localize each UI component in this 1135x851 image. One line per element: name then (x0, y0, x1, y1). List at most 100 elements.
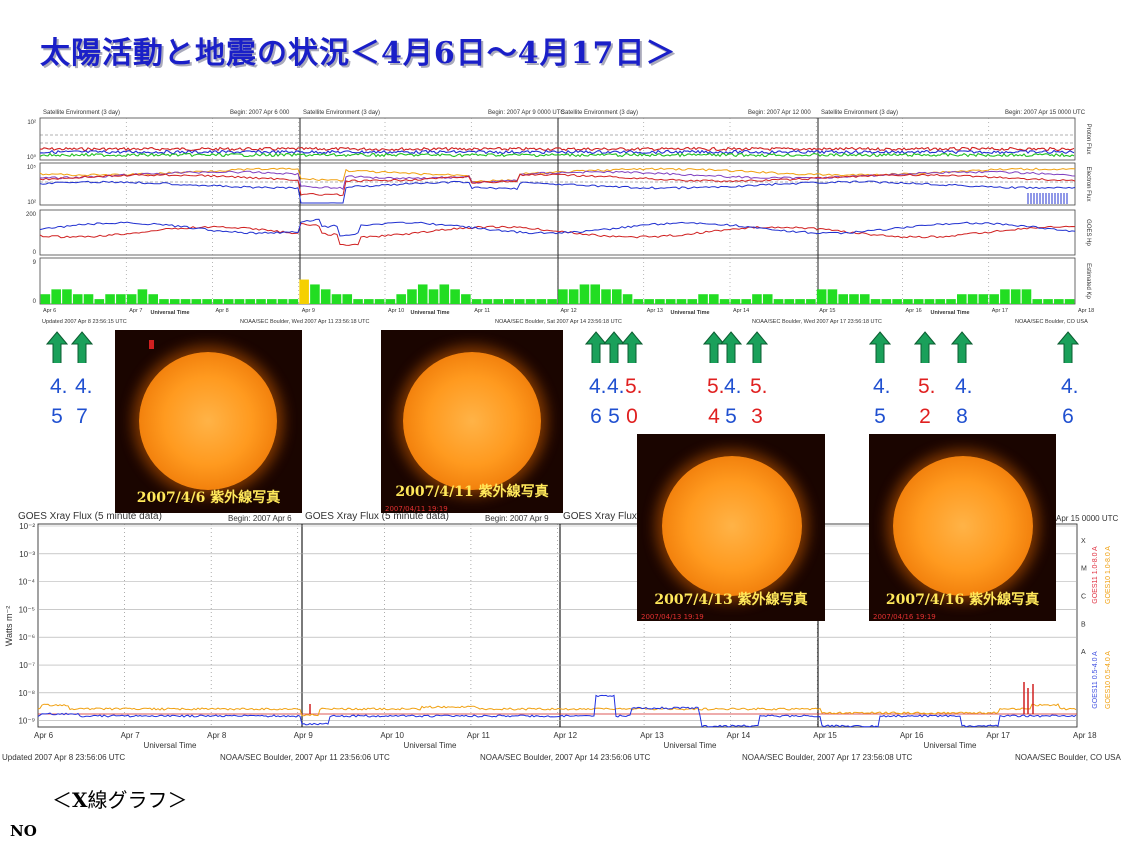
caption-x: X (72, 788, 88, 812)
quake-arrow (71, 331, 93, 363)
y-tick-label: 10⁰ (27, 154, 37, 161)
kp-bar (536, 299, 547, 304)
sun-disk (893, 456, 1033, 596)
y-tick-label: 10² (27, 200, 36, 206)
proton-flux-series (39, 146, 1075, 152)
kp-bar (105, 294, 115, 304)
x-tick-label: Apr 13 (640, 731, 664, 740)
no-label: NO (10, 822, 37, 840)
xray-footer-label: NOAA/SEC Boulder, 2007 Apr 11 23:56:06 U… (220, 753, 390, 762)
x-tick-label: Apr 6 (34, 731, 54, 740)
kp-bar (827, 289, 838, 304)
kp-bar (558, 289, 568, 304)
x-tick-label: Apr 18 (1078, 308, 1094, 314)
x-tick-label: Apr 12 (554, 731, 578, 740)
x-tick-label: Apr 14 (727, 731, 751, 740)
quake-magnitude: 4. 5 (724, 372, 742, 432)
magnitude-decimal: 8 (956, 405, 968, 428)
quake-arrow (720, 331, 742, 363)
magnitude-integer: 5. (918, 375, 936, 398)
env-begin-label: Begin: 2007 Apr 15 0000 UTC (1005, 110, 1086, 116)
kp-bar (525, 299, 536, 304)
kp-bar (126, 294, 137, 304)
kp-bar (568, 289, 579, 304)
kp-bar (698, 294, 708, 304)
kp-bar (40, 294, 51, 304)
env-title: Satellite Environment (3 day) (43, 110, 120, 116)
y-tick-label: 10⁻⁷ (19, 661, 35, 670)
magnitude-decimal: 6 (590, 405, 602, 428)
kp-bar (417, 284, 428, 304)
x-tick-label: Apr 11 (474, 308, 490, 314)
env-footer-label: NOAA/SEC Boulder, Wed 2007 Apr 17 23:56:… (752, 319, 882, 325)
kp-bar (493, 299, 503, 304)
env-footer-label: Updated 2007 Apr 8 23:56:15 UTC (42, 319, 127, 325)
magnitude-integer: 4. (955, 375, 973, 398)
kp-bar (191, 299, 202, 304)
kp-bar (687, 299, 698, 304)
kp-bar (148, 294, 158, 304)
kp-bar (590, 284, 601, 304)
kp-bar (439, 284, 450, 304)
magnitude-decimal: 5 (608, 405, 620, 428)
kp-bar (213, 299, 223, 304)
kp-bar (223, 299, 234, 304)
kp-bar (579, 284, 590, 304)
kp-bar (514, 299, 525, 304)
kp-bar (1054, 299, 1064, 304)
x-tick-label: Apr 16 (900, 731, 924, 740)
x-tick-label: Apr 15 (813, 731, 837, 740)
kp-bar (62, 289, 72, 304)
magnitude-integer: 5. (625, 375, 643, 398)
kp-bar (94, 299, 105, 304)
kp-bar (364, 299, 374, 304)
x-tick-label: Apr 9 (302, 308, 315, 314)
panel-label: Proton Flux (1085, 124, 1091, 155)
kp-bar (385, 299, 396, 304)
arrow-shape (951, 331, 973, 363)
kp-bar (612, 289, 622, 304)
kp-bar (892, 299, 902, 304)
env-footer-label: NOAA/SEC Boulder, Wed 2007 Apr 11 23:56:… (240, 319, 369, 325)
xray-graph-caption: ＜X線グラフ＞ (52, 784, 188, 813)
kp-bar (547, 299, 557, 304)
y-tick-label: 0 (33, 299, 37, 305)
y-tick-label: 0 (33, 250, 37, 256)
quake-arrow (951, 331, 973, 363)
x-axis-label: Universal Time (150, 310, 189, 316)
quake-arrow (1057, 331, 1079, 363)
arrow-shape (746, 331, 768, 363)
x-tick-label: Apr 8 (207, 731, 227, 740)
magnitude-integer: 4. (50, 375, 68, 398)
kp-bar (137, 289, 148, 304)
x-axis-label: Universal Time (144, 741, 197, 750)
sun-disk (139, 352, 277, 490)
env-title: Satellite Environment (3 day) (561, 110, 638, 116)
xray-legend-label: GOES10 0.5-4.0 A (1105, 651, 1112, 709)
quake-arrow (746, 331, 768, 363)
kp-bar (1064, 299, 1075, 304)
env-footer-label: NOAA/SEC Boulder, CO USA (1015, 319, 1088, 325)
photo-caption: 2007/4/11 紫外線写真 (395, 484, 549, 500)
kp-bar (116, 294, 126, 304)
env-footer-label: NOAA/SEC Boulder, Sat 2007 Apr 14 23:56:… (495, 319, 622, 325)
kp-bar (1043, 299, 1053, 304)
flare-class-label: C (1081, 594, 1086, 601)
kp-bar (870, 299, 881, 304)
kp-bar (169, 299, 180, 304)
panel-label: Estimated Kp (1085, 263, 1091, 299)
y-tick-label: 10⁻⁸ (19, 689, 36, 698)
y-axis-label: Watts m⁻² (4, 606, 14, 646)
x-axis-label: Universal Time (670, 310, 709, 316)
magnitude-decimal: 5 (51, 405, 63, 428)
y-tick-label: 9 (33, 260, 37, 266)
sun-uv-photo: 2007/4/11 紫外線写真 2007/04/11 19:19 (381, 330, 563, 513)
kp-bar (644, 299, 654, 304)
kp-bar (601, 289, 611, 304)
kp-bar (924, 299, 935, 304)
kp-bar (374, 299, 385, 304)
kp-bar (450, 289, 460, 304)
quake-magnitude: 4. 5 (607, 372, 625, 432)
photo-timestamp: 2007/04/11 19:19 (385, 505, 448, 513)
arrow-shape (869, 331, 891, 363)
